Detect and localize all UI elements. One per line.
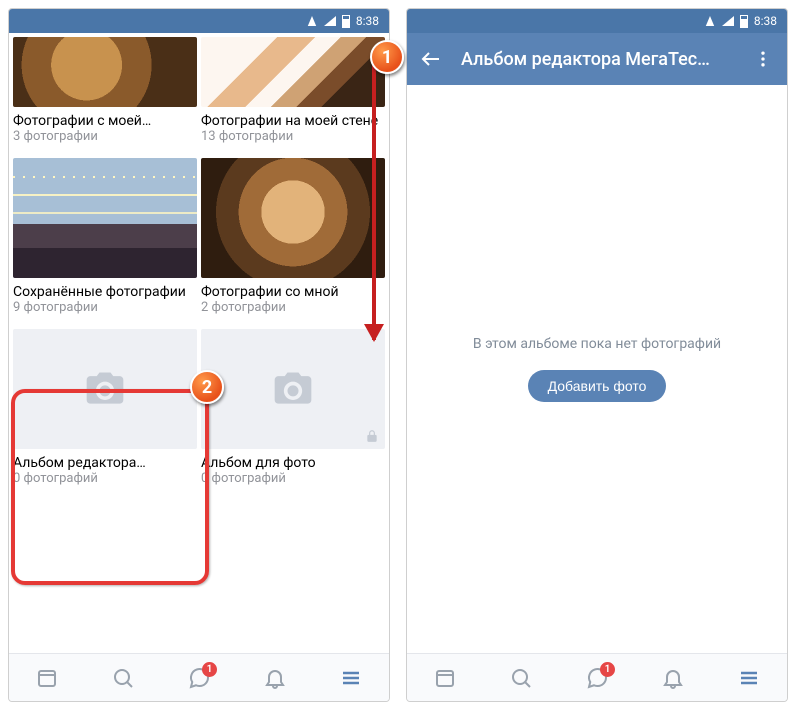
camera-icon <box>271 367 315 411</box>
album-item[interactable]: Фотографии с моей… 3 фотографии <box>13 37 197 154</box>
album-title: Фотографии со мной <box>201 284 385 300</box>
annotation-arrow <box>372 60 376 340</box>
album-count: 0 фотографий <box>13 471 197 486</box>
header-title: Альбом редактора МегаТес… <box>461 49 733 70</box>
nav-menu[interactable] <box>729 658 769 698</box>
back-button[interactable] <box>419 47 443 71</box>
messages-badge: 1 <box>202 662 217 677</box>
bottom-nav: 1 <box>407 653 787 701</box>
album-count: 9 фотографии <box>13 300 197 315</box>
album-count: 2 фотографии <box>201 300 385 315</box>
network-icon <box>706 16 714 26</box>
battery-icon <box>342 15 350 28</box>
network-icon <box>308 16 316 26</box>
nav-search[interactable] <box>103 658 143 698</box>
album-thumbnail-empty <box>201 329 385 449</box>
lock-icon <box>365 429 379 443</box>
album-title: Альбом редактора… <box>13 455 197 471</box>
status-time: 8:38 <box>754 14 777 28</box>
signal-icon <box>722 16 734 26</box>
album-item[interactable]: Альбом для фото 0 фотографий <box>201 329 385 496</box>
camera-icon <box>83 367 127 411</box>
album-title: Альбом для фото <box>201 455 385 471</box>
empty-album-state: В этом альбоме пока нет фотографий Добав… <box>407 85 787 653</box>
album-count: 3 фотографии <box>13 129 197 144</box>
album-count: 13 фотографии <box>201 129 385 144</box>
nav-menu[interactable] <box>331 658 371 698</box>
nav-messages[interactable]: 1 <box>179 658 219 698</box>
nav-notifications[interactable] <box>653 658 693 698</box>
header-bar: Альбом редактора МегаТес… <box>407 33 787 85</box>
annotation-callout-1: 1 <box>370 40 404 74</box>
albums-content: Фотографии с моей… 3 фотографии Фотограф… <box>9 33 389 653</box>
album-title: Фотографии на моей стене <box>201 113 385 129</box>
album-item[interactable]: Сохранённые фотографии 9 фотографии <box>13 158 197 325</box>
nav-messages[interactable]: 1 <box>577 658 617 698</box>
more-options-button[interactable] <box>751 47 775 71</box>
album-item[interactable]: Фотографии на моей стене 13 фотографии <box>201 37 385 154</box>
empty-album-message: В этом альбоме пока нет фотографий <box>473 336 721 352</box>
annotation-callout-2: 2 <box>190 370 224 404</box>
signal-icon <box>324 16 336 26</box>
album-thumbnail <box>13 158 197 278</box>
bottom-nav: 1 <box>9 653 389 701</box>
nav-notifications[interactable] <box>255 658 295 698</box>
phone-albums-list: 8:38 Фотографии с моей… 3 фотографии Фот… <box>8 8 390 702</box>
album-thumbnail <box>201 37 385 107</box>
album-title: Фотографии с моей… <box>13 113 197 129</box>
album-item-editor[interactable]: Альбом редактора… 0 фотографий <box>13 329 197 496</box>
status-bar: 8:38 <box>9 9 389 33</box>
albums-grid: Фотографии с моей… 3 фотографии Фотограф… <box>9 33 389 500</box>
album-thumbnail <box>13 37 197 107</box>
nav-search[interactable] <box>501 658 541 698</box>
album-item[interactable]: Фотографии со мной 2 фотографии <box>201 158 385 325</box>
messages-badge: 1 <box>600 662 615 677</box>
album-count: 0 фотографий <box>201 471 385 486</box>
status-time: 8:38 <box>356 14 379 28</box>
album-thumbnail-empty <box>13 329 197 449</box>
status-bar: 8:38 <box>407 9 787 33</box>
battery-icon <box>740 15 748 28</box>
phone-album-detail: 8:38 Альбом редактора МегаТес… В этом ал… <box>406 8 788 702</box>
album-thumbnail <box>201 158 385 278</box>
add-photo-button[interactable]: Добавить фото <box>528 370 667 402</box>
nav-news[interactable] <box>27 658 67 698</box>
nav-news[interactable] <box>425 658 465 698</box>
album-title: Сохранённые фотографии <box>13 284 197 300</box>
